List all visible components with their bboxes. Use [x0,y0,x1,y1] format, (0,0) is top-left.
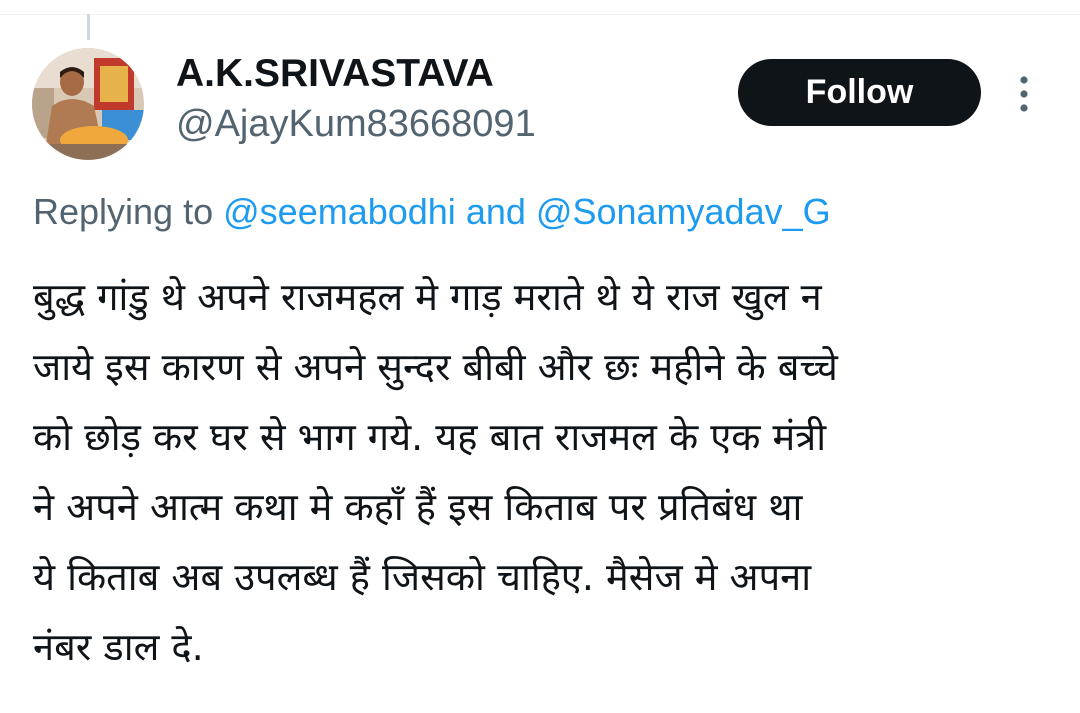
author-display-name[interactable]: A.K.SRIVASTAVA [176,52,494,96]
tweet-text-line: ने अपने आत्म कथा मे कहाँ हैं इस किताब पर… [33,485,803,529]
mention-link[interactable]: @seemabodhi [223,191,456,232]
replying-to-line: Replying to @seemabodhi and @Sonamyadav_… [33,190,831,234]
tweet-text: बुद्ध गांडु थे अपने राजमहल मे गाड़ मराते… [33,262,1053,682]
mention-link[interactable]: @Sonamyadav_G [536,191,831,232]
more-vertical-icon[interactable] [1012,74,1036,114]
tweet-text-line: बुद्ध गांडु थे अपने राजमहल मे गाड़ मराते… [33,275,822,319]
author-handle[interactable]: @AjayKum83668091 [176,102,536,146]
follow-button[interactable]: Follow [738,59,981,126]
replying-to-and: and [465,191,526,232]
tweet-text-line: नंबर डाल दे. [33,625,204,669]
avatar[interactable] [32,48,144,160]
tweet-text-line: को छोड़ कर घर से भाग गये. यह बात राजमल क… [33,415,827,459]
replying-to-label: Replying to [33,191,214,232]
tweet-text-line: ये किताब अब उपलब्ध हैं जिसको चाहिए. मैसे… [33,555,812,599]
thread-connector-line [87,14,90,40]
tweet-text-line: जाये इस कारण से अपने सुन्दर बीबी और छः म… [33,345,838,389]
top-divider [0,14,1080,15]
avatar-photo [32,48,144,160]
